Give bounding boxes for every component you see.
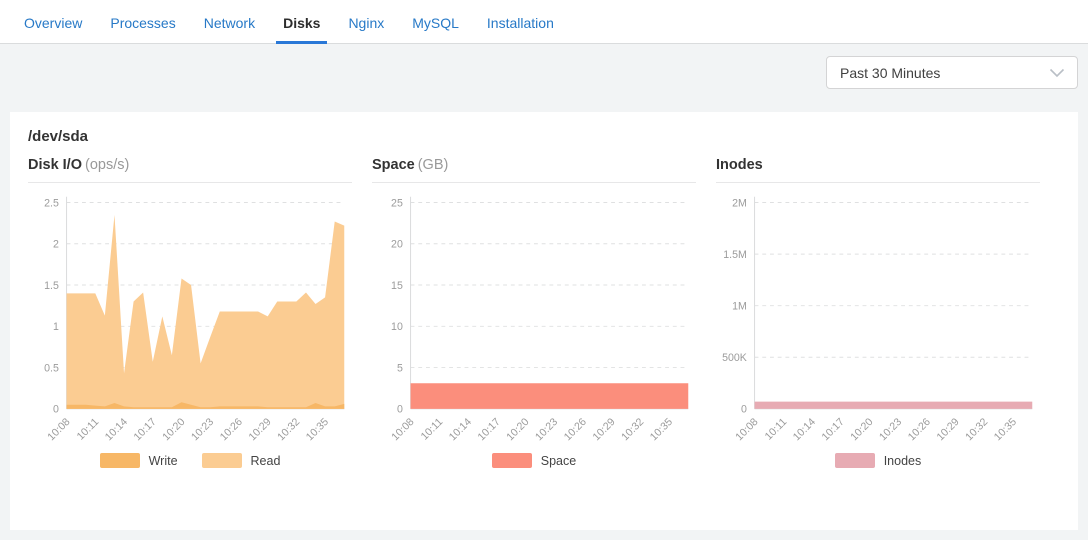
time-range-value: Past 30 Minutes: [840, 65, 940, 81]
legend-label: Write: [149, 454, 178, 468]
svg-text:10:29: 10:29: [246, 416, 273, 443]
svg-text:10:08: 10:08: [389, 416, 416, 443]
chart-legend: Write Read: [28, 453, 352, 468]
svg-text:10:26: 10:26: [906, 416, 933, 443]
chart-title-inodes: Inodes: [716, 157, 1040, 183]
svg-text:10:20: 10:20: [160, 416, 187, 443]
disk-card: /dev/sda Disk I/O(ops/s) 0 0.5 1 1.5 2 2.5 10:0…: [10, 112, 1078, 530]
svg-text:2: 2: [53, 239, 59, 251]
legend-label: Inodes: [884, 454, 922, 468]
svg-text:10:17: 10:17: [475, 416, 502, 443]
svg-text:2.5: 2.5: [44, 197, 59, 209]
svg-text:20: 20: [391, 239, 403, 251]
chevron-down-icon: [1049, 68, 1065, 78]
svg-text:25: 25: [391, 197, 403, 209]
svg-text:2M: 2M: [732, 197, 747, 209]
svg-text:10:20: 10:20: [848, 416, 875, 443]
tab-processes[interactable]: Processes: [103, 3, 182, 44]
card-title: /dev/sda: [28, 128, 1060, 145]
legend-swatch-icon: [835, 453, 875, 468]
legend-swatch-icon: [100, 453, 140, 468]
svg-text:1: 1: [53, 321, 59, 333]
svg-text:0.5: 0.5: [44, 362, 59, 374]
svg-text:0: 0: [53, 404, 59, 416]
tab-bar: Overview Processes Network Disks Nginx MySQL I…: [0, 0, 1088, 44]
svg-text:10:08: 10:08: [45, 416, 72, 443]
chart-col-disk-i-o: Disk I/O(ops/s)00.511.522.510:0810:1110:…: [28, 157, 372, 468]
svg-text:10:17: 10:17: [819, 416, 846, 443]
svg-text:10:14: 10:14: [103, 416, 130, 443]
svg-text:5: 5: [397, 362, 403, 374]
svg-text:1.5: 1.5: [44, 280, 59, 292]
svg-text:10:35: 10:35: [304, 416, 331, 443]
svg-text:10:35: 10:35: [992, 416, 1019, 443]
svg-text:10:35: 10:35: [648, 416, 675, 443]
chart-col-space: Space(GB)051015202510:0810:1110:1410:171…: [372, 157, 716, 468]
legend-label: Space: [541, 454, 576, 468]
chart-col-inodes: Inodes0500K1M1.5M2M10:0810:1110:1410:171…: [716, 157, 1060, 468]
svg-text:1M: 1M: [732, 301, 747, 313]
legend-entry-space: Space: [492, 453, 576, 468]
svg-text:15: 15: [391, 280, 403, 292]
tab-overview[interactable]: Overview: [17, 3, 89, 44]
svg-text:1.5M: 1.5M: [723, 249, 747, 261]
chart-legend: Space: [372, 453, 696, 468]
legend-swatch-icon: [492, 453, 532, 468]
svg-text:10:29: 10:29: [590, 416, 617, 443]
svg-text:10:23: 10:23: [189, 416, 216, 443]
svg-text:10:32: 10:32: [275, 416, 302, 443]
tabs-nav: Overview Processes Network Disks Nginx MySQL I…: [17, 3, 575, 43]
tab-mysql[interactable]: MySQL: [405, 3, 466, 44]
tab-nginx[interactable]: Nginx: [341, 3, 391, 44]
svg-text:10:14: 10:14: [447, 416, 474, 443]
filter-bar: Past 30 Minutes: [0, 44, 1088, 112]
svg-text:10: 10: [391, 321, 403, 333]
chart-title-space: Space(GB): [372, 157, 696, 183]
svg-text:10:11: 10:11: [419, 416, 446, 443]
svg-text:10:23: 10:23: [533, 416, 560, 443]
svg-text:10:11: 10:11: [763, 416, 790, 443]
svg-text:10:17: 10:17: [132, 416, 159, 443]
svg-text:10:23: 10:23: [877, 416, 904, 443]
tab-network[interactable]: Network: [197, 3, 262, 44]
charts-row: Disk I/O(ops/s)00.511.522.510:0810:1110:…: [28, 157, 1060, 468]
tab-installation[interactable]: Installation: [480, 3, 561, 44]
tab-disks[interactable]: Disks: [276, 3, 327, 44]
legend-label: Read: [251, 454, 281, 468]
time-range-select[interactable]: Past 30 Minutes: [826, 56, 1078, 89]
chart-legend: Inodes: [716, 453, 1040, 468]
chart-plot: 00.511.522.510:0810:1110:1410:1710:2010:…: [28, 189, 352, 455]
chart-title-disk-i-o: Disk I/O(ops/s): [28, 157, 352, 183]
chart-plot: 0500K1M1.5M2M10:0810:1110:1410:1710:2010…: [716, 189, 1040, 455]
chart-plot: 0 5 10 15 20 25 10:0810:1110:1410:1710:2010:23…: [372, 189, 696, 455]
svg-text:0: 0: [397, 404, 403, 416]
svg-text:10:26: 10:26: [562, 416, 589, 443]
svg-text:10:26: 10:26: [218, 416, 245, 443]
svg-text:10:20: 10:20: [504, 416, 531, 443]
legend-entry-inodes: Inodes: [835, 453, 922, 468]
svg-text:10:08: 10:08: [733, 416, 760, 443]
legend-entry-read: Read: [202, 453, 281, 468]
svg-text:10:11: 10:11: [75, 416, 102, 443]
legend-swatch-icon: [202, 453, 242, 468]
svg-text:500K: 500K: [722, 352, 747, 364]
svg-text:10:32: 10:32: [963, 416, 990, 443]
svg-text:10:32: 10:32: [619, 416, 646, 443]
legend-entry-write: Write: [100, 453, 178, 468]
svg-text:10:29: 10:29: [934, 416, 961, 443]
svg-text:10:14: 10:14: [791, 416, 818, 443]
svg-text:0: 0: [741, 404, 747, 416]
